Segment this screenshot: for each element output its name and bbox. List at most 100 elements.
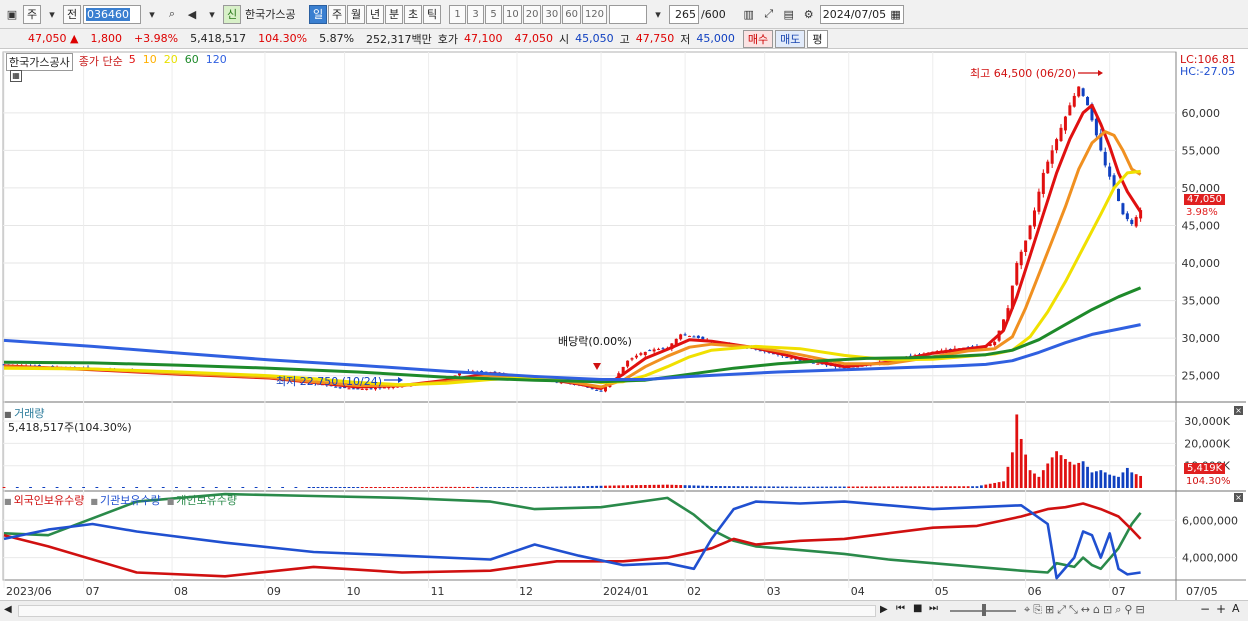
period-tab[interactable]: 주 xyxy=(328,4,346,24)
volume-bar xyxy=(882,486,886,488)
price-tick-label: 35,000 xyxy=(1182,295,1221,308)
volume-bar xyxy=(984,484,988,488)
chevron-down-icon[interactable]: ▾ xyxy=(143,5,161,24)
stop-icon[interactable]: ■ xyxy=(913,603,922,614)
open-label: 시 xyxy=(559,32,570,46)
chevron-down-icon[interactable]: ▾ xyxy=(43,5,61,24)
holdings-legend-item[interactable]: ■ 외국인보유수량 xyxy=(4,492,84,508)
zoom-in-icon[interactable]: + xyxy=(1216,602,1226,616)
evaluate-button[interactable]: 평 xyxy=(807,29,828,48)
interval-button[interactable]: 20 xyxy=(522,4,542,24)
stock-chart[interactable]: 60,000 55,000 50,000 45,000 40,000 35,000 30,0… xyxy=(0,50,1248,600)
all-mode-button[interactable]: 전 xyxy=(63,4,81,24)
speaker-icon[interactable]: ◀ xyxy=(183,5,201,24)
interval-button[interactable]: 1 xyxy=(449,4,466,24)
volume-bar xyxy=(590,485,594,488)
candle-icon[interactable]: ▥ xyxy=(740,5,758,24)
buy-button[interactable]: 매수 xyxy=(742,29,774,48)
holdings-legend-item[interactable]: ■ 개인보유수량 xyxy=(167,492,237,508)
volume-bar xyxy=(993,482,997,488)
volume-bar xyxy=(1094,471,1098,488)
bar-count-input[interactable]: 265 xyxy=(669,4,700,24)
volume-bar xyxy=(856,486,859,488)
ma-legend-item[interactable]: 120 xyxy=(206,53,227,71)
volume-bar xyxy=(661,484,665,488)
drawing-icon[interactable]: ⤢ xyxy=(760,5,778,24)
stock-name-field[interactable]: 한국가스공 xyxy=(243,5,307,24)
volume-bar xyxy=(838,486,842,488)
volume-bar xyxy=(913,486,917,488)
interval-button[interactable]: 30 xyxy=(542,4,562,24)
zoom-handle[interactable] xyxy=(982,604,986,616)
legend-marker-icon: ■ xyxy=(4,497,12,506)
candle-body xyxy=(626,360,630,367)
period-tab[interactable]: 월 xyxy=(347,4,365,24)
tool-icons[interactable]: ⌖⎘⊞⤢⤡↔⌂⊡⌕⚲⊟ xyxy=(1024,603,1148,617)
zoom-out-icon[interactable]: − xyxy=(1200,602,1210,616)
volume-bar xyxy=(944,486,948,488)
interval-button[interactable]: 5 xyxy=(485,4,502,24)
stock-code-input[interactable]: 036460 xyxy=(83,4,141,24)
ma-legend-item[interactable]: 10 xyxy=(143,53,157,71)
interval-button[interactable]: 3 xyxy=(467,4,484,24)
interval-button[interactable]: 120 xyxy=(581,4,608,24)
chevron-down-icon[interactable]: ▾ xyxy=(649,5,667,24)
up-arrow-icon: ▲ xyxy=(70,32,79,45)
gear-icon[interactable]: ⚙ xyxy=(800,5,818,24)
ma-legend-item[interactable]: 20 xyxy=(164,53,178,71)
volume-bar xyxy=(405,486,408,488)
time-tick-label: 03 xyxy=(767,585,781,598)
close-pane-icon[interactable]: × xyxy=(1234,493,1243,502)
volume-bar xyxy=(635,485,638,488)
period-tab[interactable]: 일 xyxy=(309,4,327,24)
volume-bar xyxy=(798,486,802,488)
volume-bar xyxy=(741,486,744,488)
volume-bar xyxy=(860,486,864,488)
save-icon[interactable]: ▤ xyxy=(780,5,798,24)
interval-button[interactable]: 10 xyxy=(503,4,522,24)
period-tab[interactable]: 초 xyxy=(404,4,422,24)
table-icon[interactable]: ▦ xyxy=(10,70,22,82)
search-icon[interactable]: ⌕ xyxy=(163,5,181,24)
scroll-left-icon[interactable]: ◀ xyxy=(4,604,12,615)
period-tab[interactable]: 분 xyxy=(385,4,403,24)
scroll-right-icon[interactable]: ▶ xyxy=(880,604,888,615)
close-pane-icon[interactable]: × xyxy=(1234,406,1243,415)
volume-bar xyxy=(957,486,961,488)
chevron-down-icon[interactable]: ▾ xyxy=(203,5,221,24)
volume-bar xyxy=(803,486,806,488)
ma-legend-item[interactable]: 5 xyxy=(129,53,136,71)
date-input[interactable]: 2024/07/05 ▦ xyxy=(819,4,904,24)
last-icon[interactable]: ⏭ xyxy=(929,603,938,614)
volume-bar xyxy=(617,485,621,488)
first-icon[interactable]: ⏮ xyxy=(896,603,905,614)
volume-bar xyxy=(537,487,541,488)
volume-bar xyxy=(975,486,979,488)
time-tick-label: 2024/01 xyxy=(603,585,649,598)
sell-button[interactable]: 매도 xyxy=(775,29,806,48)
low-arrowhead xyxy=(398,377,403,383)
volume-bar xyxy=(325,487,329,488)
volume-bar xyxy=(621,485,625,488)
period-tab[interactable]: 틱 xyxy=(423,4,441,24)
volume-bar xyxy=(462,486,466,488)
price-tick-label: 55,000 xyxy=(1182,144,1221,157)
volume-bar xyxy=(1010,452,1014,488)
volume-bar xyxy=(396,487,400,488)
market-mode-button[interactable]: 주 xyxy=(23,4,41,24)
font-size-icon[interactable]: A xyxy=(1232,602,1240,615)
calendar-icon[interactable]: ▦ xyxy=(890,8,900,21)
candle-body xyxy=(595,389,599,391)
collapse-icon[interactable]: ■ xyxy=(4,410,14,419)
bottom-toolbar: ◀ ▶ ⏮ ■ ⏭ ⌖⎘⊞⤢⤡↔⌂⊡⌕⚲⊟ − + A xyxy=(0,600,1248,621)
ma-legend-item[interactable]: 60 xyxy=(185,53,199,71)
candle-body xyxy=(1072,95,1076,107)
interval-button[interactable]: 60 xyxy=(562,4,581,24)
horizontal-scrollbar[interactable] xyxy=(18,605,876,617)
window-icon[interactable]: ▣ xyxy=(3,5,21,24)
holdings-legend-item[interactable]: ■ 기관보유수량 xyxy=(90,492,160,508)
interval-custom-input[interactable] xyxy=(609,4,648,24)
period-tab[interactable]: 년 xyxy=(366,4,384,24)
candle-body xyxy=(1125,213,1129,220)
volume-bar xyxy=(980,485,983,488)
